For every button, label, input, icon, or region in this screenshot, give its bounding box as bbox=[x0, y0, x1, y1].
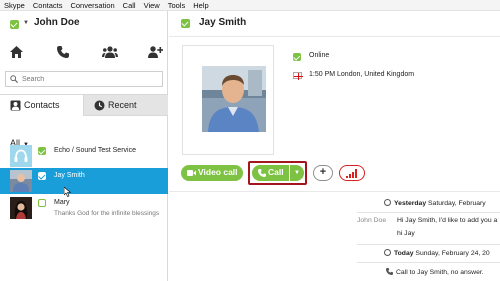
menu-skype[interactable]: Skype bbox=[4, 0, 25, 11]
call-actions: Video call Call ▼ + bbox=[181, 161, 500, 185]
menu-bar: Skype Contacts Conversation Call View To… bbox=[0, 0, 500, 11]
menu-contacts[interactable]: Contacts bbox=[33, 0, 63, 11]
clock-icon bbox=[384, 199, 391, 206]
video-call-label: Video call bbox=[198, 167, 238, 177]
call-event-text: Call to Jay Smith, no answer. bbox=[396, 269, 484, 276]
my-profile[interactable]: ▼ John Doe bbox=[0, 11, 168, 37]
sidebar: ▼ John Doe Contacts Recent All▼ bbox=[0, 11, 168, 281]
history-day-header: Today Sunday, February 24, 20 bbox=[384, 249, 490, 257]
message-text: hi Jay bbox=[397, 230, 415, 237]
clock-icon bbox=[384, 249, 391, 256]
home-icon[interactable] bbox=[8, 45, 24, 59]
search-icon bbox=[10, 75, 18, 83]
menu-conversation[interactable]: Conversation bbox=[70, 0, 114, 11]
headset-avatar-icon bbox=[10, 145, 32, 167]
online-status-icon[interactable] bbox=[10, 20, 19, 29]
group-icon[interactable] bbox=[101, 45, 119, 59]
history-day-date: Sunday, February 24, 20 bbox=[415, 250, 490, 257]
video-call-button[interactable]: Video call bbox=[181, 165, 243, 181]
conversation-pane: Jay Smith Online 1:50 PM London, United … bbox=[169, 11, 500, 281]
online-status-icon bbox=[181, 19, 190, 28]
contact-photo bbox=[10, 170, 32, 192]
my-name[interactable]: John Doe bbox=[34, 17, 80, 28]
conversation-header: Jay Smith bbox=[169, 11, 500, 37]
menu-view[interactable]: View bbox=[144, 0, 160, 11]
add-people-button[interactable]: + bbox=[313, 165, 333, 181]
search-box[interactable] bbox=[5, 71, 163, 87]
chevron-down-icon: ▼ bbox=[294, 170, 300, 176]
uk-flag-icon bbox=[293, 72, 303, 80]
sidebar-tabs: Contacts Recent bbox=[0, 94, 168, 116]
add-contact-icon[interactable] bbox=[147, 45, 163, 59]
tab-recent-label: Recent bbox=[108, 100, 137, 110]
call-button[interactable]: Call bbox=[252, 165, 289, 181]
contact-list-item[interactable]: Echo / Sound Test Service bbox=[0, 143, 168, 169]
history-day-label: Today bbox=[394, 250, 414, 257]
online-status-icon bbox=[293, 53, 301, 61]
contact-name: Mary bbox=[54, 199, 70, 206]
tab-contacts-label: Contacts bbox=[24, 100, 60, 110]
history-day-date: Saturday, February bbox=[428, 200, 486, 207]
divider bbox=[357, 262, 500, 263]
video-camera-icon bbox=[187, 170, 196, 176]
person-icon bbox=[10, 100, 21, 111]
message-sender: John Doe bbox=[357, 217, 387, 224]
clock-icon bbox=[94, 100, 105, 111]
profile-photo[interactable] bbox=[202, 66, 266, 132]
menu-call[interactable]: Call bbox=[123, 0, 136, 11]
phone-icon bbox=[258, 169, 266, 177]
menu-help[interactable]: Help bbox=[193, 0, 208, 11]
history-day-header: Yesterday Saturday, February bbox=[384, 199, 486, 207]
contact-mood-message: Thanks God for the infinite blessings bbox=[54, 210, 160, 217]
call-label: Call bbox=[268, 167, 284, 177]
contact-name: Echo / Sound Test Service bbox=[54, 147, 136, 154]
sidebar-toolbar bbox=[0, 43, 168, 63]
search-input[interactable] bbox=[22, 73, 160, 85]
chevron-down-icon[interactable]: ▼ bbox=[23, 20, 29, 26]
offline-status-icon bbox=[38, 199, 46, 207]
contact-photo bbox=[10, 197, 32, 219]
contact-list-item[interactable]: Mary Thanks God for the infinite blessin… bbox=[0, 195, 168, 221]
call-event: Call to Jay Smith, no answer. bbox=[386, 268, 484, 276]
conversation-history: Yesterday Saturday, February John Doe Hi… bbox=[169, 191, 500, 281]
contact-list-item-selected[interactable]: Jay Smith bbox=[0, 168, 168, 197]
profile-card bbox=[182, 45, 274, 155]
local-time-text: 1:50 PM London, United Kingdom bbox=[309, 71, 415, 78]
divider bbox=[357, 244, 500, 245]
contact-name: Jay Smith bbox=[54, 172, 85, 179]
phone-icon[interactable] bbox=[55, 45, 71, 59]
online-status-icon bbox=[38, 172, 46, 180]
menu-tools[interactable]: Tools bbox=[168, 0, 186, 11]
message-text: Hi Jay Smith, I'd like to add you a bbox=[397, 217, 498, 224]
call-quality-button[interactable] bbox=[339, 165, 365, 181]
presence-text: Online bbox=[309, 52, 330, 59]
history-day-label: Yesterday bbox=[394, 200, 427, 207]
tab-contacts[interactable]: Contacts bbox=[0, 94, 84, 116]
conversation-title: Jay Smith bbox=[199, 17, 247, 28]
divider bbox=[357, 212, 500, 213]
signal-bars-icon bbox=[346, 169, 357, 178]
online-status-icon bbox=[38, 147, 46, 155]
tab-recent[interactable]: Recent bbox=[84, 94, 168, 116]
phone-icon bbox=[386, 268, 393, 275]
